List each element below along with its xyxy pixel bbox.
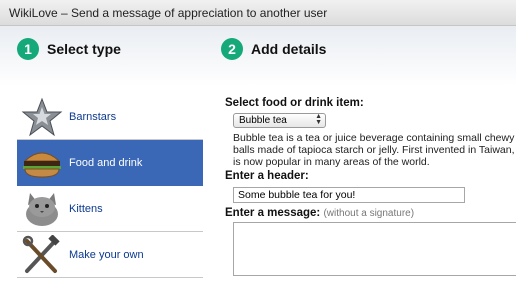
step-add-details: 2 Add details (221, 38, 326, 60)
step-title-select-type: Select type (47, 41, 121, 57)
step-number-1: 1 (17, 38, 39, 60)
message-label-row: Enter a message: (without a signature) (225, 207, 414, 219)
type-item-make-your-own[interactable]: Make your own (17, 232, 203, 278)
type-item-kittens[interactable]: Kittens (17, 186, 203, 232)
header-label: Enter a header: (225, 170, 309, 182)
barnstar-icon (19, 97, 65, 137)
step-number-2: 2 (221, 38, 243, 60)
header-input[interactable]: Some bubble tea for you! (233, 187, 465, 203)
step-select-type: 1 Select type (17, 38, 121, 60)
food-select[interactable]: Bubble tea ▲ ▼ (233, 113, 326, 128)
message-hint: (without a signature) (323, 208, 415, 219)
type-item-food-and-drink[interactable]: Food and drink (17, 140, 203, 186)
burger-icon (19, 143, 65, 183)
food-select-label: Select food or drink item: (225, 97, 364, 109)
message-textarea[interactable] (233, 222, 516, 276)
type-label-food-and-drink: Food and drink (69, 156, 143, 169)
type-item-barnstars[interactable]: Barnstars (17, 94, 203, 140)
type-label-kittens: Kittens (69, 202, 103, 215)
kitten-icon (19, 189, 65, 229)
message-label: Enter a message: (225, 207, 321, 219)
type-label-make-your-own: Make your own (69, 248, 144, 261)
window-title: WikiLove – Send a message of appreciatio… (0, 0, 516, 26)
food-select-value: Bubble tea (239, 115, 287, 126)
food-description: Bubble tea is a tea or juice beverage co… (233, 132, 516, 168)
step-title-add-details: Add details (251, 41, 327, 57)
type-list: Barnstars Food and drink Kittens Make yo… (17, 94, 203, 278)
wikilove-panel: 1 Select type 2 Add details Barnstars Fo… (0, 26, 516, 290)
type-label-barnstars: Barnstars (69, 110, 117, 123)
select-arrows-icon: ▲ ▼ (315, 113, 322, 126)
tools-icon (19, 233, 65, 275)
